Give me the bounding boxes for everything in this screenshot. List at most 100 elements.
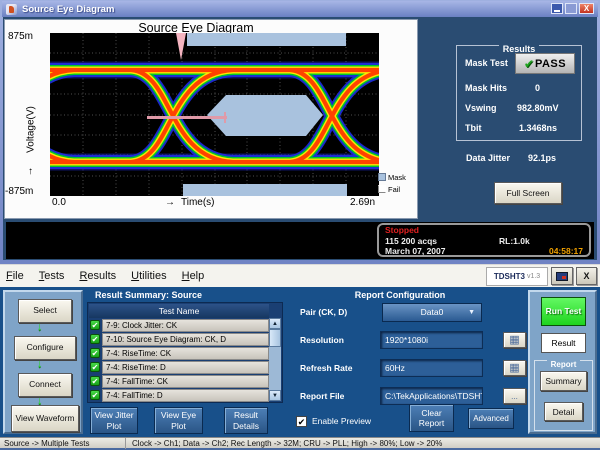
- mask-hits-label: Mask Hits: [465, 83, 507, 93]
- eye-diagram-chart: [50, 33, 379, 196]
- app-version: v1.3: [527, 273, 540, 280]
- connect-button[interactable]: Connect: [18, 373, 72, 397]
- pass-badge: ✔ PASS: [515, 53, 575, 74]
- report-group: Report Summary Detail: [534, 360, 593, 431]
- pass-check-icon: ✔: [90, 390, 100, 400]
- fail-legend-label: Fail: [388, 185, 400, 194]
- app-title-badge: TDSHT3 v1.3: [486, 267, 548, 286]
- app-close-button[interactable]: X: [576, 267, 597, 285]
- table-row[interactable]: ✔ 7-9: Clock Jitter: CK: [89, 318, 269, 332]
- configure-button[interactable]: Configure: [14, 336, 76, 360]
- acquisition-count: 115 200 acqs: [385, 236, 437, 246]
- flow-arrow-icon: ↓: [37, 358, 43, 370]
- result-button[interactable]: Result: [541, 333, 586, 353]
- test-table-header: Test Name: [89, 304, 269, 318]
- fail-legend-swatch: [378, 185, 386, 193]
- pair-value: Data0: [421, 307, 444, 317]
- switch-to-scope-button[interactable]: [551, 267, 573, 285]
- minimize-icon[interactable]: [551, 3, 563, 14]
- table-row[interactable]: ✔ 7-4: RiseTime: D: [89, 360, 269, 374]
- pass-check-icon: ✔: [90, 334, 100, 344]
- scope-status-box: Stopped 115 200 acqs RL:1.0k March 07, 2…: [377, 223, 591, 257]
- summary-button[interactable]: Summary: [540, 371, 587, 391]
- eye-window-title: Source Eye Diagram: [22, 4, 114, 15]
- enable-preview-checkbox[interactable]: ✔: [296, 416, 307, 427]
- report-file-field[interactable]: C:\TekApplications\TDSHT: [380, 387, 483, 405]
- scroll-down-icon[interactable]: ▼: [269, 390, 281, 401]
- table-row[interactable]: ✔ 7-10: Source Eye Diagram: CK, D: [89, 332, 269, 346]
- mask-hits-value: 0: [535, 83, 540, 93]
- x-axis-min-label: 0.0: [52, 197, 66, 208]
- control-panel: Select ↓ Configure ↓ Connect ↓ View Wave…: [0, 287, 600, 437]
- resolution-label: Resolution: [300, 335, 344, 345]
- test-name: 7-4: FallTime: D: [102, 389, 269, 402]
- view-waveform-button[interactable]: View Waveform: [11, 405, 79, 432]
- maximize-icon[interactable]: [565, 3, 577, 14]
- acquisition-state: Stopped: [385, 225, 419, 235]
- test-name: 7-4: RiseTime: D: [102, 361, 269, 374]
- scope-time: 04:58:17: [549, 246, 583, 256]
- detail-button[interactable]: Detail: [544, 402, 583, 421]
- report-group-title: Report: [547, 360, 581, 369]
- close-icon[interactable]: X: [579, 3, 594, 14]
- test-name: 7-9: Clock Jitter: CK: [102, 319, 269, 332]
- vswing-label: Vswing: [465, 103, 497, 113]
- full-screen-button[interactable]: Full Screen: [494, 182, 562, 204]
- table-scrollbar[interactable]: ▲ ▼: [269, 318, 281, 401]
- mask-legend-swatch: [378, 173, 386, 181]
- test-table: Test Name ✔ 7-9: Clock Jitter: CK ✔ 7-10…: [87, 302, 283, 403]
- run-test-button[interactable]: Run Test: [541, 297, 586, 326]
- status-bar: Source -> Multiple Tests Clock -> Ch1; D…: [0, 437, 600, 450]
- resolution-field[interactable]: 1920*1080i: [380, 331, 483, 349]
- app-icon: [6, 4, 17, 15]
- menu-file[interactable]: File: [6, 270, 24, 282]
- status-config: Clock -> Ch1; Data -> Ch2; Rec Length ->…: [132, 439, 442, 448]
- chevron-down-icon: ▼: [468, 304, 475, 321]
- pass-check-icon: ✔: [90, 348, 100, 358]
- pass-check-icon: ✔: [90, 362, 100, 372]
- pair-dropdown[interactable]: Data0 ▼: [382, 303, 482, 322]
- screen: Source Eye Diagram X Source Eye Diagram …: [0, 0, 600, 450]
- test-name: 7-10: Source Eye Diagram: CK, D: [102, 333, 269, 346]
- scope-date: March 07, 2007: [385, 246, 445, 256]
- advanced-button[interactable]: Advanced: [468, 408, 514, 429]
- menu-results[interactable]: Results: [79, 270, 116, 282]
- vswing-value: 982.80mV: [517, 103, 559, 113]
- status-source: Source -> Multiple Tests: [0, 439, 125, 448]
- view-jitter-plot-button[interactable]: View Jitter Plot: [90, 407, 138, 434]
- flow-panel: Select ↓ Configure ↓ Connect ↓ View Wave…: [3, 290, 83, 434]
- refresh-keypad-button[interactable]: ▦: [503, 360, 526, 376]
- report-config-title: Report Configuration: [300, 290, 500, 300]
- tbit-label: Tbit: [465, 123, 482, 133]
- x-axis-label: Time(s): [181, 197, 215, 208]
- result-details-button[interactable]: Result Details: [224, 407, 268, 434]
- y-axis-min-label: -875m: [5, 186, 47, 197]
- pair-label: Pair (CK, D): [300, 307, 347, 317]
- table-row[interactable]: ✔ 7-4: FallTime: D: [89, 388, 269, 402]
- plot-legend: Mask Fail: [378, 171, 418, 195]
- record-length: RL:1.0k: [499, 236, 530, 246]
- scroll-up-icon[interactable]: ▲: [269, 318, 281, 329]
- status-separator: [125, 438, 126, 449]
- scrollbar-thumb[interactable]: [269, 329, 281, 347]
- select-button[interactable]: Select: [18, 299, 72, 323]
- data-jitter-label: Data Jitter: [466, 153, 510, 163]
- table-row[interactable]: ✔ 7-4: RiseTime: CK: [89, 346, 269, 360]
- x-axis-arrow-icon: →: [165, 197, 175, 208]
- mask-test-label: Mask Test: [465, 58, 508, 68]
- mask-legend-label: Mask: [388, 173, 406, 182]
- menu-utilities[interactable]: Utilities: [131, 270, 166, 282]
- eye-window-titlebar[interactable]: Source Eye Diagram X: [2, 1, 598, 17]
- view-eye-plot-button[interactable]: View Eye Plot: [154, 407, 203, 434]
- clear-report-button[interactable]: Clear Report: [409, 404, 454, 432]
- pass-check-icon: ✔: [90, 320, 100, 330]
- resolution-keypad-button[interactable]: ▦: [503, 332, 526, 348]
- eye-plot-panel: Source Eye Diagram 875m Voltage(V) ↑ -87…: [4, 19, 418, 219]
- menu-help[interactable]: Help: [182, 270, 205, 282]
- scope-screen-icon: [556, 272, 568, 281]
- refresh-rate-field[interactable]: 60Hz: [380, 359, 483, 377]
- pass-check-icon: ✔: [90, 376, 100, 386]
- menu-tests[interactable]: Tests: [39, 270, 65, 282]
- browse-button[interactable]: ...: [503, 388, 526, 404]
- table-row[interactable]: ✔ 7-4: FallTime: CK: [89, 374, 269, 388]
